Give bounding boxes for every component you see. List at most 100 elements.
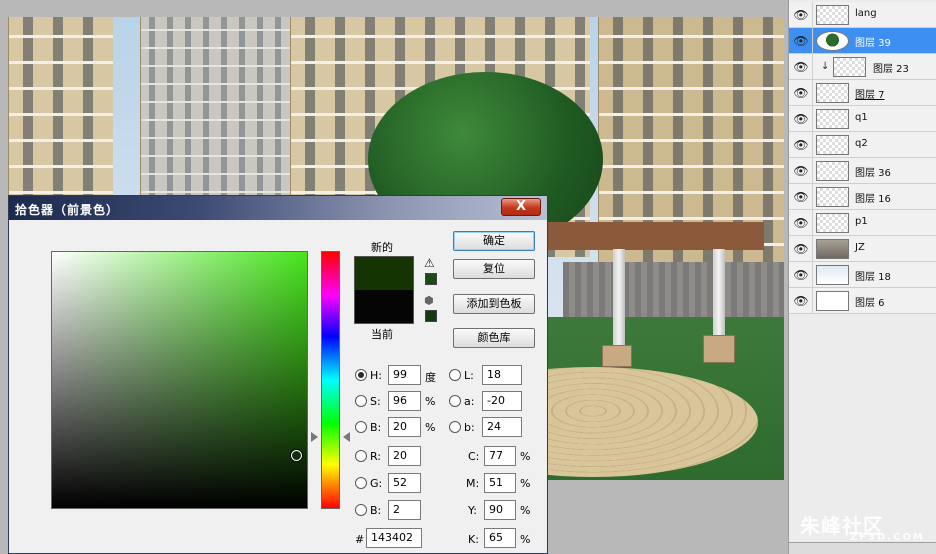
saturation-field[interactable]: 96 — [388, 391, 421, 411]
layer-thumbnail[interactable] — [816, 161, 849, 181]
hue-label: H: — [370, 369, 382, 382]
layer-row[interactable]: 👁 JZ — [789, 236, 936, 262]
scene-pillar-right — [713, 249, 725, 344]
current-color-swatch[interactable] — [354, 290, 414, 324]
layer-visibility-toggle[interactable]: 👁 — [789, 54, 813, 80]
layer-name[interactable]: 图层 7 — [855, 86, 885, 101]
layer-thumbnail[interactable] — [816, 187, 849, 207]
layer-thumbnail[interactable] — [816, 213, 849, 233]
close-button[interactable]: X — [501, 198, 541, 216]
layers-panel: 👁 lang 👁 图层 39 👁 ↓ 图层 23 👁 图层 7 👁 q1 👁 q2 👁 图层 36 👁 图层 1… — [788, 0, 936, 554]
layer-visibility-toggle[interactable]: 👁 — [789, 184, 813, 210]
layer-thumbnail[interactable] — [816, 109, 849, 129]
layer-row[interactable]: 👁 q1 — [789, 106, 936, 132]
layer-name[interactable]: 图层 36 — [855, 164, 891, 179]
dialog-titlebar[interactable]: 拾色器（前景色） X — [9, 196, 547, 220]
magenta-field[interactable]: 51 — [484, 473, 516, 493]
layer-thumbnail[interactable] — [833, 57, 866, 77]
layer-name[interactable]: JZ — [855, 242, 865, 253]
hex-field[interactable]: 143402 — [366, 528, 422, 548]
reset-button[interactable]: 复位 — [453, 259, 535, 279]
b-field[interactable]: 24 — [482, 417, 522, 437]
hue-slider[interactable] — [321, 251, 340, 509]
layer-name[interactable]: 图层 16 — [855, 190, 891, 205]
radio-saturation[interactable] — [355, 395, 367, 407]
eye-icon: 👁 — [793, 294, 809, 308]
layer-name[interactable]: 图层 18 — [855, 268, 891, 283]
saturation-brightness-field[interactable] — [51, 251, 308, 509]
layer-thumbnail[interactable] — [816, 135, 849, 155]
hue-slider-arrow-left-icon[interactable] — [311, 432, 318, 442]
layer-thumbnail[interactable] — [816, 5, 849, 25]
yellow-field[interactable]: 90 — [484, 500, 516, 520]
layer-name[interactable]: 图层 39 — [855, 34, 891, 49]
radio-red[interactable] — [355, 450, 367, 462]
layer-thumbnail[interactable] — [816, 239, 849, 259]
radio-hue[interactable] — [355, 369, 367, 381]
radio-a[interactable] — [449, 395, 461, 407]
layer-row[interactable]: 👁 ↓ 图层 23 — [789, 54, 936, 80]
layer-row[interactable]: 👁 图层 16 — [789, 184, 936, 210]
app-window: 👁 lang 👁 图层 39 👁 ↓ 图层 23 👁 图层 7 👁 q1 👁 q2 👁 图层 36 👁 图层 1… — [0, 0, 936, 554]
cyan-field[interactable]: 77 — [484, 446, 516, 466]
color-libraries-button[interactable]: 颜色库 — [453, 328, 535, 348]
layer-row[interactable]: 👁 图层 6 — [789, 288, 936, 314]
layer-row[interactable]: 👁 图层 18 — [789, 262, 936, 288]
layer-visibility-toggle[interactable]: 👁 — [789, 2, 813, 28]
layer-name[interactable]: lang — [855, 8, 877, 19]
layer-visibility-toggle[interactable]: 👁 — [789, 262, 813, 288]
layer-visibility-toggle[interactable]: 👁 — [789, 28, 813, 54]
a-field[interactable]: -20 — [482, 391, 522, 411]
radio-green[interactable] — [355, 477, 367, 489]
eye-icon: 👁 — [793, 242, 809, 256]
radio-b[interactable] — [449, 421, 461, 433]
lightness-field[interactable]: 18 — [482, 365, 522, 385]
web-safe-cube-icon: ⬢ — [424, 294, 434, 307]
brightness-unit: % — [425, 421, 436, 434]
layer-row[interactable]: 👁 q2 — [789, 132, 936, 158]
radio-lightness[interactable] — [449, 369, 461, 381]
new-color-swatch — [354, 256, 414, 290]
red-field[interactable]: 20 — [388, 446, 421, 466]
cyan-unit: % — [520, 450, 531, 463]
eye-icon: 👁 — [793, 164, 809, 178]
brightness-field[interactable]: 20 — [388, 417, 421, 437]
layer-name[interactable]: p1 — [855, 216, 868, 227]
layer-row[interactable]: 👁 图层 7 — [789, 80, 936, 106]
cyan-label: C: — [468, 450, 480, 463]
layer-name[interactable]: q2 — [855, 138, 868, 149]
layer-visibility-toggle[interactable]: 👁 — [789, 80, 813, 106]
blue-field[interactable]: 2 — [388, 500, 421, 520]
layer-visibility-toggle[interactable]: 👁 — [789, 236, 813, 262]
layer-visibility-toggle[interactable]: 👁 — [789, 288, 813, 314]
layer-thumbnail[interactable] — [816, 291, 849, 311]
layer-visibility-toggle[interactable]: 👁 — [789, 158, 813, 184]
layer-visibility-toggle[interactable]: 👁 — [789, 132, 813, 158]
layer-thumbnail[interactable] — [816, 265, 849, 285]
hue-field[interactable]: 99 — [388, 365, 421, 385]
layer-name[interactable]: 图层 23 — [873, 60, 909, 75]
layer-thumbnail[interactable] — [816, 31, 849, 51]
gamut-correction-swatch[interactable] — [425, 273, 437, 285]
layer-row[interactable]: 👁 p1 — [789, 210, 936, 236]
add-to-swatches-button[interactable]: 添加到色板 — [453, 294, 535, 314]
layer-visibility-toggle[interactable]: 👁 — [789, 210, 813, 236]
layer-row[interactable]: 👁 lang — [789, 2, 936, 28]
green-field[interactable]: 52 — [388, 473, 421, 493]
color-field-cursor[interactable] — [291, 450, 302, 461]
layer-row[interactable]: 👁 图层 39 — [789, 28, 936, 54]
ok-button[interactable]: 确定 — [453, 231, 535, 251]
web-safe-swatch[interactable] — [425, 310, 437, 322]
radio-blue[interactable] — [355, 504, 367, 516]
black-field[interactable]: 65 — [484, 528, 516, 548]
hue-slider-arrow-right-icon[interactable] — [343, 432, 350, 442]
layer-thumbnail[interactable] — [816, 83, 849, 103]
green-label: G: — [370, 477, 383, 490]
layer-name[interactable]: q1 — [855, 112, 868, 123]
eye-icon: 👁 — [793, 268, 809, 282]
layer-name[interactable]: 图层 6 — [855, 294, 885, 309]
scene-pillar-base-right — [703, 335, 735, 363]
radio-brightness[interactable] — [355, 421, 367, 433]
layer-row[interactable]: 👁 图层 36 — [789, 158, 936, 184]
layer-visibility-toggle[interactable]: 👁 — [789, 106, 813, 132]
